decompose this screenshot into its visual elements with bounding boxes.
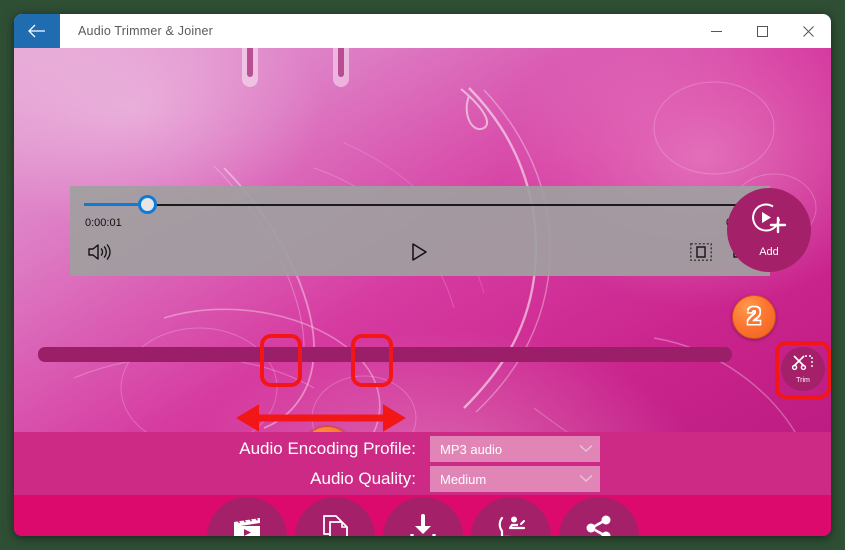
maximize-button[interactable]	[739, 14, 785, 48]
setting-row-encoding-profile: Audio Encoding Profile: MP3 audio	[14, 436, 614, 462]
action-bar: Preview Copy	[14, 495, 831, 536]
add-media-icon	[749, 202, 789, 245]
trim-timeline[interactable]	[38, 347, 732, 362]
volume-icon[interactable]	[86, 241, 112, 268]
trim-handle-grip	[247, 48, 253, 77]
chevron-down-icon	[579, 470, 593, 488]
setting-row-audio-quality: Audio Quality: Medium	[14, 466, 614, 492]
encoding-profile-value: MP3 audio	[440, 441, 503, 457]
clapperboard-icon	[232, 513, 262, 536]
copy-documents-icon	[322, 513, 348, 536]
close-button[interactable]	[785, 14, 831, 48]
media-player-panel: 0:00:01 0:0	[70, 186, 770, 276]
audio-quality-label: Audio Quality:	[310, 469, 416, 488]
audio-quality-dropdown[interactable]: Medium	[430, 466, 600, 492]
add-button-label: Add	[759, 246, 779, 258]
add-button[interactable]: Add	[727, 188, 811, 272]
encoding-profile-dropdown[interactable]: MP3 audio	[430, 436, 600, 462]
back-arrow-icon	[27, 23, 47, 39]
share-nodes-icon	[585, 513, 613, 536]
trim-handle-left[interactable]	[242, 48, 258, 87]
scissors-crop-icon	[791, 354, 814, 377]
seek-bar[interactable]	[84, 195, 756, 214]
save-button[interactable]: Save	[382, 497, 463, 536]
app-window: Audio Trimmer & Joiner 0:00:01 Add 2 Tri…	[14, 14, 831, 536]
settings-panel: Audio Encoding Profile: MP3 audio Audio …	[14, 432, 831, 495]
audio-quality-value: Medium	[440, 471, 487, 487]
current-time-label: 0:00:01	[85, 217, 122, 229]
picture-in-picture-icon[interactable]	[690, 243, 712, 266]
main-content-area: 0:00:01 0:0	[14, 48, 831, 536]
seek-thumb[interactable]	[137, 195, 157, 214]
encoding-profile-label: Audio Encoding Profile:	[239, 439, 416, 458]
play-icon[interactable]	[411, 242, 428, 267]
window-title: Audio Trimmer & Joiner	[78, 24, 213, 38]
trim-button-label: Trim	[796, 377, 810, 384]
person-desk-output-icon	[496, 513, 526, 536]
chevron-down-icon	[579, 440, 593, 458]
minimize-button[interactable]	[693, 14, 739, 48]
download-save-icon	[409, 513, 437, 536]
player-controls-row	[70, 238, 770, 272]
seek-track	[84, 204, 756, 206]
preview-button[interactable]: Preview	[206, 497, 287, 536]
trim-handle-right[interactable]	[333, 48, 349, 87]
copy-button[interactable]: Copy	[294, 497, 375, 536]
trim-button[interactable]: Trim	[781, 347, 825, 391]
annotation-badge-2: 2	[732, 295, 776, 339]
output-button[interactable]: Output	[470, 497, 551, 536]
seek-progress	[84, 203, 145, 206]
trim-handle-grip	[338, 48, 344, 77]
back-button[interactable]	[14, 14, 60, 48]
title-bar: Audio Trimmer & Joiner	[14, 14, 831, 48]
share-button[interactable]: Share	[558, 497, 639, 536]
